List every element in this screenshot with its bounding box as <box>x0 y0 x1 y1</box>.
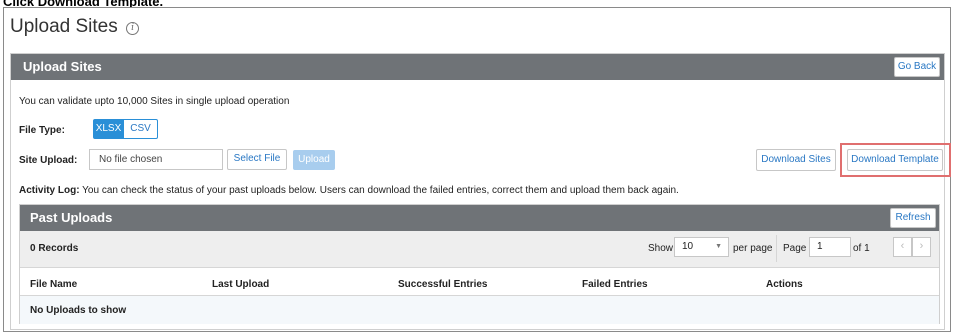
page-total-label: of 1 <box>853 243 870 254</box>
toolbar-divider <box>776 235 777 262</box>
refresh-button[interactable]: Refresh <box>890 208 936 228</box>
file-type-label: File Type: <box>19 125 65 136</box>
past-uploads-title: Past Uploads <box>30 210 113 225</box>
records-toolbar: 0 Records Show 10 ▼ per page Page 1 of 1… <box>20 231 939 268</box>
upload-limit-text: You can validate upto 10,000 Sites in si… <box>19 96 290 107</box>
table-row: No Uploads to show <box>20 296 939 324</box>
past-uploads-header: Past Uploads Refresh <box>20 205 939 231</box>
column-header-file-name[interactable]: File Name <box>30 279 77 290</box>
panel-header: Upload Sites Go Back <box>11 54 944 80</box>
page-size-value: 10 <box>682 241 694 252</box>
page-label: Page <box>783 243 807 254</box>
page-title-text: Upload Sites <box>10 16 118 37</box>
download-sites-button[interactable]: Download Sites <box>756 149 836 171</box>
prev-page-icon[interactable]: ‹ <box>893 237 912 257</box>
next-page-icon[interactable]: › <box>912 237 931 257</box>
past-uploads-panel: Past Uploads Refresh 0 Records Show 10 ▼… <box>19 204 940 324</box>
file-type-csv-option[interactable]: CSV <box>123 119 158 139</box>
page-size-select[interactable]: 10 ▼ <box>674 237 729 257</box>
activity-log-description: You can check the status of your past up… <box>79 185 679 196</box>
column-header-actions: Actions <box>766 279 803 290</box>
upload-sites-panel: Upload Sites Go Back You can validate up… <box>10 53 951 330</box>
page-number-input[interactable]: 1 <box>809 237 851 257</box>
go-back-button[interactable]: Go Back <box>894 57 940 77</box>
download-template-button[interactable]: Download Template <box>847 149 943 171</box>
page-title: Upload Sites i <box>10 16 140 38</box>
show-label: Show <box>648 243 674 254</box>
select-file-button[interactable]: Select File <box>227 149 287 170</box>
column-header-successful-entries[interactable]: Successful Entries <box>398 279 487 290</box>
panel-title: Upload Sites <box>23 59 102 74</box>
empty-table-message: No Uploads to show <box>30 305 127 316</box>
file-chosen-field[interactable]: No file chosen <box>89 149 223 170</box>
info-icon[interactable]: i <box>126 22 140 35</box>
column-header-failed-entries[interactable]: Failed Entries <box>582 279 648 290</box>
records-count: 0 Records <box>30 243 79 254</box>
chevron-down-icon: ▼ <box>715 243 722 250</box>
site-upload-label: Site Upload: <box>19 155 78 166</box>
column-header-last-upload[interactable]: Last Upload <box>212 279 269 290</box>
file-type-xlsx-option[interactable]: XLSX <box>93 119 124 139</box>
activity-log-text: Activity Log: You can check the status o… <box>19 185 679 196</box>
upload-button[interactable]: Upload <box>293 150 335 170</box>
activity-log-label: Activity Log: <box>19 185 80 196</box>
per-page-label: per page <box>733 243 773 254</box>
